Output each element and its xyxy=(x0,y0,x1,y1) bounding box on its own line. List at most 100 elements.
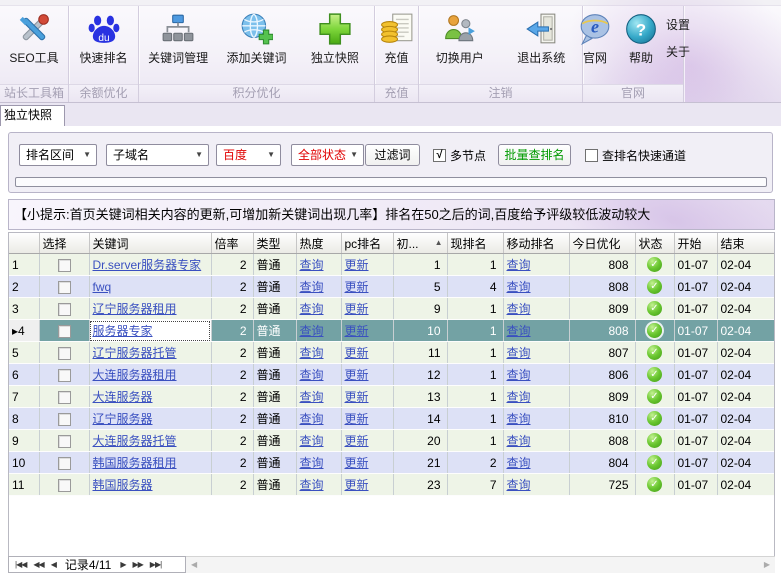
ie-bubble-button[interactable]: e官网 xyxy=(572,6,618,84)
pc-rank-link[interactable]: 更新 xyxy=(345,434,369,448)
column-header[interactable]: 关键词 xyxy=(89,233,211,254)
hot-query-link[interactable]: 查询 xyxy=(300,280,324,294)
fast-prev-icon[interactable]: ◀◀ xyxy=(33,557,43,572)
column-header[interactable]: 开始 xyxy=(674,233,717,254)
first-record-icon[interactable]: |◀◀ xyxy=(15,557,26,572)
mobile-rank-link[interactable]: 查询 xyxy=(507,412,531,426)
table-row[interactable]: 8辽宁服务器2普通查询更新141查询810✓01-0702-04 xyxy=(9,408,774,430)
globe-add-button[interactable]: 添加关键词 xyxy=(217,6,295,84)
table-row[interactable]: 7大连服务器2普通查询更新131查询809✓01-0702-04 xyxy=(9,386,774,408)
column-header[interactable]: 结束 xyxy=(717,233,774,254)
org-chart-button[interactable]: 关键词管理 xyxy=(139,6,217,84)
hot-query-link[interactable]: 查询 xyxy=(300,346,324,360)
tab-standalone-snapshot[interactable]: 独立快照 xyxy=(0,105,65,126)
pc-rank-link[interactable]: 更新 xyxy=(345,324,369,338)
hot-query-link[interactable]: 查询 xyxy=(300,412,324,426)
pc-rank-link[interactable]: 更新 xyxy=(345,258,369,272)
column-header[interactable]: 热度 xyxy=(296,233,341,254)
batch-rank-query-button[interactable]: 批量查排名 xyxy=(498,144,571,166)
pc-rank-link[interactable]: 更新 xyxy=(345,390,369,404)
green-plus-button[interactable]: 独立快照 xyxy=(296,6,374,84)
column-header[interactable]: 现排名 xyxy=(447,233,503,254)
mobile-rank-link[interactable]: 查询 xyxy=(507,302,531,316)
rank-range-select[interactable]: 排名区间▼ xyxy=(19,144,97,166)
row-checkbox[interactable] xyxy=(58,457,71,470)
hot-query-link[interactable]: 查询 xyxy=(300,324,324,338)
column-header[interactable] xyxy=(9,233,39,254)
pc-rank-link[interactable]: 更新 xyxy=(345,368,369,382)
scroll-left-icon[interactable]: ◀ xyxy=(191,557,197,573)
table-row[interactable]: 2fwq2普通查询更新54查询808✓01-0702-04 xyxy=(9,276,774,298)
baidu-paw-button[interactable]: du快速排名 xyxy=(69,6,138,84)
keyword-link[interactable]: fwq xyxy=(93,280,112,294)
mobile-rank-link[interactable]: 查询 xyxy=(507,390,531,404)
column-header[interactable]: pc排名 xyxy=(341,233,393,254)
column-header[interactable]: 移动排名 xyxy=(503,233,569,254)
status-select[interactable]: 全部状态▼ xyxy=(291,144,364,166)
pc-rank-link[interactable]: 更新 xyxy=(345,478,369,492)
mobile-rank-link[interactable]: 查询 xyxy=(507,324,531,338)
checkbox-unchecked-icon[interactable] xyxy=(585,149,598,162)
scroll-right-icon[interactable]: ▶ xyxy=(764,557,770,573)
next-record-icon[interactable]: ▶ xyxy=(120,557,125,572)
keyword-link[interactable]: 辽宁服务器托管 xyxy=(93,346,177,360)
mobile-rank-link[interactable]: 查询 xyxy=(507,434,531,448)
last-record-icon[interactable]: ▶▶| xyxy=(150,557,161,572)
keyword-link[interactable]: 服务器专家 xyxy=(93,324,153,338)
table-row[interactable]: 6大连服务器租用2普通查询更新121查询806✓01-0702-04 xyxy=(9,364,774,386)
row-checkbox[interactable] xyxy=(58,479,71,492)
hot-query-link[interactable]: 查询 xyxy=(300,390,324,404)
table-row[interactable]: 1Dr.server服务器专家2普通查询更新11查询808✓01-0702-04 xyxy=(9,254,774,276)
checkbox-checked-icon[interactable]: √ xyxy=(433,149,446,162)
keyword-link[interactable]: 大连服务器 xyxy=(93,390,153,404)
table-row[interactable]: 5辽宁服务器托管2普通查询更新111查询807✓01-0702-04 xyxy=(9,342,774,364)
row-checkbox[interactable] xyxy=(58,303,71,316)
keyword-link[interactable]: 韩国服务器租用 xyxy=(93,456,177,470)
about-button[interactable]: 关于 xyxy=(666,43,690,60)
exit-door-button[interactable]: 退出系统 xyxy=(501,6,583,84)
hot-query-link[interactable]: 查询 xyxy=(300,258,324,272)
hot-query-link[interactable]: 查询 xyxy=(300,434,324,448)
settings-button[interactable]: 设置 xyxy=(666,16,690,33)
keyword-link[interactable]: 辽宁服务器 xyxy=(93,412,153,426)
coins-button[interactable]: 充值 xyxy=(374,6,420,84)
row-checkbox[interactable] xyxy=(58,347,71,360)
multi-node-checkbox[interactable]: √ 多节点 xyxy=(433,147,486,164)
keyword-link[interactable]: Dr.server服务器专家 xyxy=(93,258,202,272)
keyword-link[interactable]: 大连服务器租用 xyxy=(93,368,177,382)
horizontal-scrollbar[interactable]: ◀ ▶ xyxy=(186,556,775,573)
switch-user-button[interactable]: 切换用户 xyxy=(419,6,501,84)
column-header[interactable]: 倍率 xyxy=(211,233,253,254)
pc-rank-link[interactable]: 更新 xyxy=(345,280,369,294)
pc-rank-link[interactable]: 更新 xyxy=(345,412,369,426)
column-header[interactable]: 选择 xyxy=(39,233,89,254)
table-row[interactable]: 3辽宁服务器租用2普通查询更新91查询809✓01-0702-04 xyxy=(9,298,774,320)
column-header[interactable]: 初...▲ xyxy=(393,233,447,254)
table-row[interactable]: ▸4服务器专家2普通查询更新101查询808✓01-0702-04 xyxy=(9,320,774,342)
keyword-link[interactable]: 韩国服务器 xyxy=(93,478,153,492)
pc-rank-link[interactable]: 更新 xyxy=(345,346,369,360)
column-header[interactable]: 状态 xyxy=(635,233,674,254)
search-engine-select[interactable]: 百度▼ xyxy=(216,144,281,166)
tools-button[interactable]: SEO工具 xyxy=(0,6,68,84)
keyword-link[interactable]: 辽宁服务器租用 xyxy=(93,302,177,316)
row-checkbox[interactable] xyxy=(58,435,71,448)
fast-next-icon[interactable]: ▶▶ xyxy=(132,557,142,572)
hot-query-link[interactable]: 查询 xyxy=(300,302,324,316)
row-checkbox[interactable] xyxy=(58,369,71,382)
row-checkbox[interactable] xyxy=(58,325,71,338)
row-checkbox[interactable] xyxy=(58,281,71,294)
prev-record-icon[interactable]: ◀ xyxy=(51,557,56,572)
column-header[interactable]: 今日优化 xyxy=(569,233,635,254)
table-row[interactable]: 9大连服务器托管2普通查询更新201查询808✓01-0702-04 xyxy=(9,430,774,452)
row-checkbox[interactable] xyxy=(58,259,71,272)
hot-query-link[interactable]: 查询 xyxy=(300,478,324,492)
mobile-rank-link[interactable]: 查询 xyxy=(507,280,531,294)
pc-rank-link[interactable]: 更新 xyxy=(345,302,369,316)
row-checkbox[interactable] xyxy=(58,413,71,426)
pc-rank-link[interactable]: 更新 xyxy=(345,456,369,470)
mobile-rank-link[interactable]: 查询 xyxy=(507,456,531,470)
table-row[interactable]: 11韩国服务器2普通查询更新237查询725✓01-0702-04 xyxy=(9,474,774,496)
help-button[interactable]: ?帮助 xyxy=(618,6,664,84)
mobile-rank-link[interactable]: 查询 xyxy=(507,478,531,492)
